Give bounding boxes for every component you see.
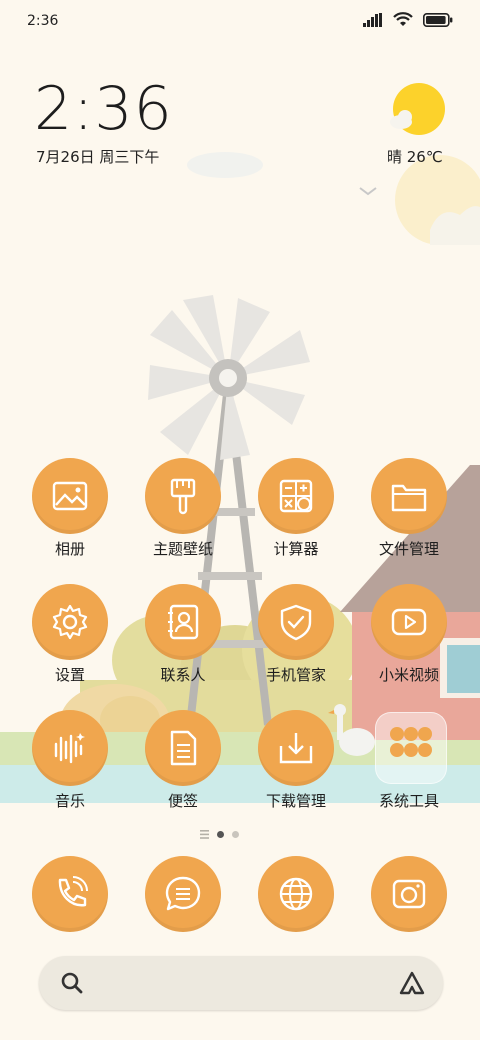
play-video-icon[interactable] [371, 584, 447, 660]
sun-with-cloud-icon[interactable] [390, 82, 446, 138]
page-dot-1 [217, 831, 224, 838]
app-gear[interactable]: 设置 [15, 584, 125, 694]
photo-icon[interactable] [32, 458, 108, 534]
status-time: 2:36 [27, 13, 59, 29]
app-folder-group[interactable]: 系统工具 [354, 710, 464, 820]
app-download-tray[interactable]: 下载管理 [241, 710, 351, 820]
note-icon[interactable] [145, 710, 221, 786]
calculator-icon[interactable] [258, 458, 334, 534]
list-view-icon [200, 830, 209, 839]
app-play-video[interactable]: 小米视频 [354, 584, 464, 694]
app-label: 下载管理 [265, 792, 326, 810]
app-label: 文件管理 [378, 540, 439, 558]
app-note[interactable]: 便签 [128, 710, 238, 820]
app-music-wave[interactable]: 音乐 [15, 710, 125, 820]
paintbrush-icon[interactable] [145, 458, 221, 534]
camera-icon[interactable] [371, 856, 447, 932]
phone-icon[interactable] [32, 856, 108, 932]
app-label: 联系人 [160, 666, 206, 684]
message-bubble-icon[interactable] [145, 856, 221, 932]
folder-group-icon[interactable] [375, 712, 447, 784]
dock-message-bubble[interactable] [128, 856, 238, 966]
signal-icon [363, 12, 382, 27]
page-dot-2 [232, 831, 239, 838]
clock-widget-time[interactable]: 2:36 [34, 74, 173, 144]
app-photo[interactable]: 相册 [15, 458, 125, 568]
app-label: 计算器 [273, 540, 319, 558]
assistant-icon[interactable] [399, 970, 425, 996]
clock-widget-date: 7月26日 周三下午 [36, 148, 160, 166]
wifi-icon [393, 12, 413, 26]
app-label: 音乐 [54, 792, 85, 810]
search-bar[interactable] [39, 956, 443, 1010]
app-label: 主题壁纸 [152, 540, 213, 558]
folder-icon[interactable] [371, 458, 447, 534]
app-contacts-book[interactable]: 联系人 [128, 584, 238, 694]
app-calculator[interactable]: 计算器 [241, 458, 351, 568]
music-wave-icon[interactable] [32, 710, 108, 786]
search-icon [61, 972, 83, 994]
globe-icon[interactable] [258, 856, 334, 932]
page-indicator [200, 830, 239, 839]
app-shield-check[interactable]: 手机管家 [241, 584, 351, 694]
battery-icon [423, 12, 453, 27]
weather-text: 晴 26℃ [387, 148, 443, 166]
app-label: 小米视频 [378, 666, 439, 684]
app-label: 相册 [54, 540, 85, 558]
shield-check-icon[interactable] [258, 584, 334, 660]
download-tray-icon[interactable] [258, 710, 334, 786]
gear-icon[interactable] [32, 584, 108, 660]
app-label: 便签 [167, 792, 198, 810]
app-label: 系统工具 [378, 792, 439, 810]
dock-camera[interactable] [354, 856, 464, 966]
app-paintbrush[interactable]: 主题壁纸 [128, 458, 238, 568]
app-folder[interactable]: 文件管理 [354, 458, 464, 568]
dock-globe[interactable] [241, 856, 351, 966]
status-bar: 2:36 [0, 0, 480, 42]
app-label: 手机管家 [265, 666, 326, 684]
contacts-book-icon[interactable] [145, 584, 221, 660]
dock-phone[interactable] [15, 856, 125, 966]
app-label: 设置 [54, 666, 85, 684]
